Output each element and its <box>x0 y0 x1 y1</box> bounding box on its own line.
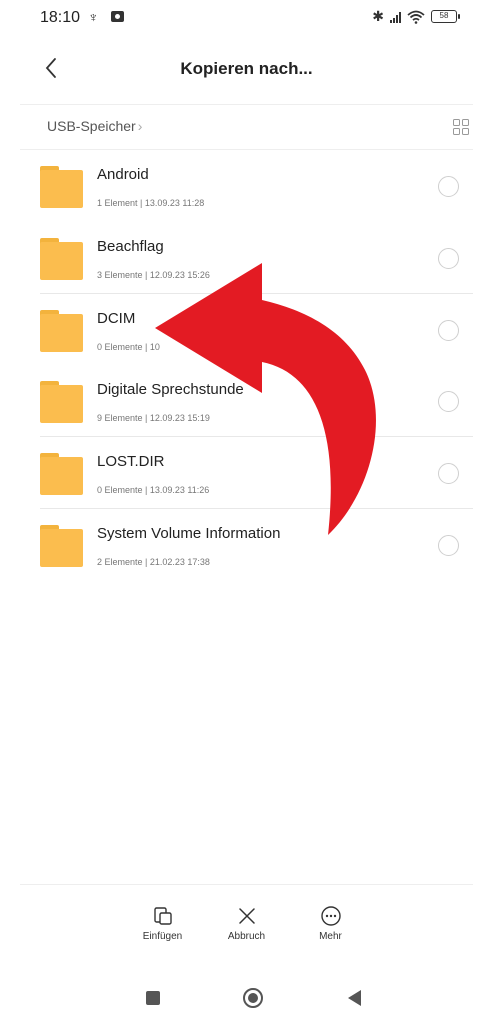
bluetooth-icon: ✱ <box>372 8 384 24</box>
file-name: LOST.DIR <box>97 453 165 470</box>
more-button[interactable]: Mehr <box>300 905 362 965</box>
file-name: Beachflag <box>97 237 164 255</box>
close-icon <box>238 908 255 924</box>
header: Kopieren nach... <box>0 45 493 95</box>
select-radio[interactable] <box>438 390 459 412</box>
file-name: DCIM <box>97 310 136 327</box>
cancel-label: Abbruch <box>227 931 266 942</box>
list-item-digitale-sprechstunde[interactable]: Digitale Sprechstunde 9 Elemente | 12.09… <box>40 365 473 437</box>
select-radio[interactable] <box>438 534 459 556</box>
list-item-lost-dir[interactable]: LOST.DIR 0 Elemente | 13.09.23 11:26 <box>40 436 473 508</box>
file-list: Android 1 Element | 13.09.23 11:28 Beach… <box>40 150 473 579</box>
signal-icon <box>390 11 401 23</box>
file-meta: 3 Elemente | 12.09.23 15:26 <box>97 269 210 280</box>
square-icon[interactable] <box>146 991 160 1005</box>
folder-icon <box>40 524 83 567</box>
divider <box>20 884 473 885</box>
folder-icon <box>40 380 83 423</box>
usb-icon: ♆ <box>88 9 99 25</box>
triangle-back-icon[interactable] <box>348 990 361 1006</box>
select-radio[interactable] <box>438 463 459 484</box>
folder-icon <box>40 166 83 208</box>
file-meta: 0 Elemente | 10 <box>97 342 160 352</box>
home-circle-icon[interactable] <box>243 988 263 1008</box>
breadcrumb-row: USB-Speicher › <box>20 104 473 150</box>
paste-button[interactable]: Einfügen <box>132 905 194 965</box>
paste-label: Einfügen <box>142 931 183 942</box>
status-bar: 18:10 ♆ ✱ 58 <box>0 0 493 40</box>
select-radio[interactable] <box>438 247 459 269</box>
file-meta: 1 Element | 13.09.23 11:28 <box>97 198 205 208</box>
file-name: System Volume Information <box>97 524 281 542</box>
list-item-android[interactable]: Android 1 Element | 13.09.23 11:28 <box>40 150 473 222</box>
breadcrumb-label: USB-Speicher <box>47 118 136 134</box>
system-nav-bar <box>0 980 493 1011</box>
select-radio[interactable] <box>438 176 459 197</box>
camera-icon <box>111 11 124 22</box>
folder-icon <box>40 310 83 352</box>
select-radio[interactable] <box>438 320 459 341</box>
file-meta: 9 Elemente | 12.09.23 15:19 <box>97 412 210 423</box>
wifi-icon <box>407 10 425 24</box>
file-meta: 2 Elemente | 21.02.23 17:38 <box>97 556 210 567</box>
chevron-right-icon: › <box>137 118 143 134</box>
page-title: Kopieren nach... <box>180 59 313 78</box>
list-item-dcim[interactable]: DCIM 0 Elemente | 10 <box>40 293 473 365</box>
paste-icon <box>153 907 172 925</box>
list-item-system-volume-information[interactable]: System Volume Information 2 Elemente | 2… <box>40 507 473 580</box>
more-label: Mehr <box>319 931 342 942</box>
folder-icon <box>40 453 83 495</box>
cancel-button[interactable]: Abbruch <box>216 905 278 965</box>
file-meta: 0 Elemente | 13.09.23 11:26 <box>97 485 210 495</box>
file-name: Digitale Sprechstunde <box>97 380 244 398</box>
folder-icon <box>40 237 83 280</box>
action-toolbar: Einfügen Abbruch Mehr <box>0 905 493 965</box>
breadcrumb[interactable]: USB-Speicher › <box>47 118 142 134</box>
list-item-beachflag[interactable]: Beachflag 3 Elemente | 12.09.23 15:26 <box>40 222 473 294</box>
status-icons: ✱ 58 <box>372 8 460 25</box>
file-name: Android <box>97 166 149 183</box>
grid-view-icon[interactable] <box>453 119 469 135</box>
status-time: 18:10 <box>40 9 81 26</box>
battery-icon: 58 <box>431 10 460 23</box>
more-icon <box>320 906 341 926</box>
